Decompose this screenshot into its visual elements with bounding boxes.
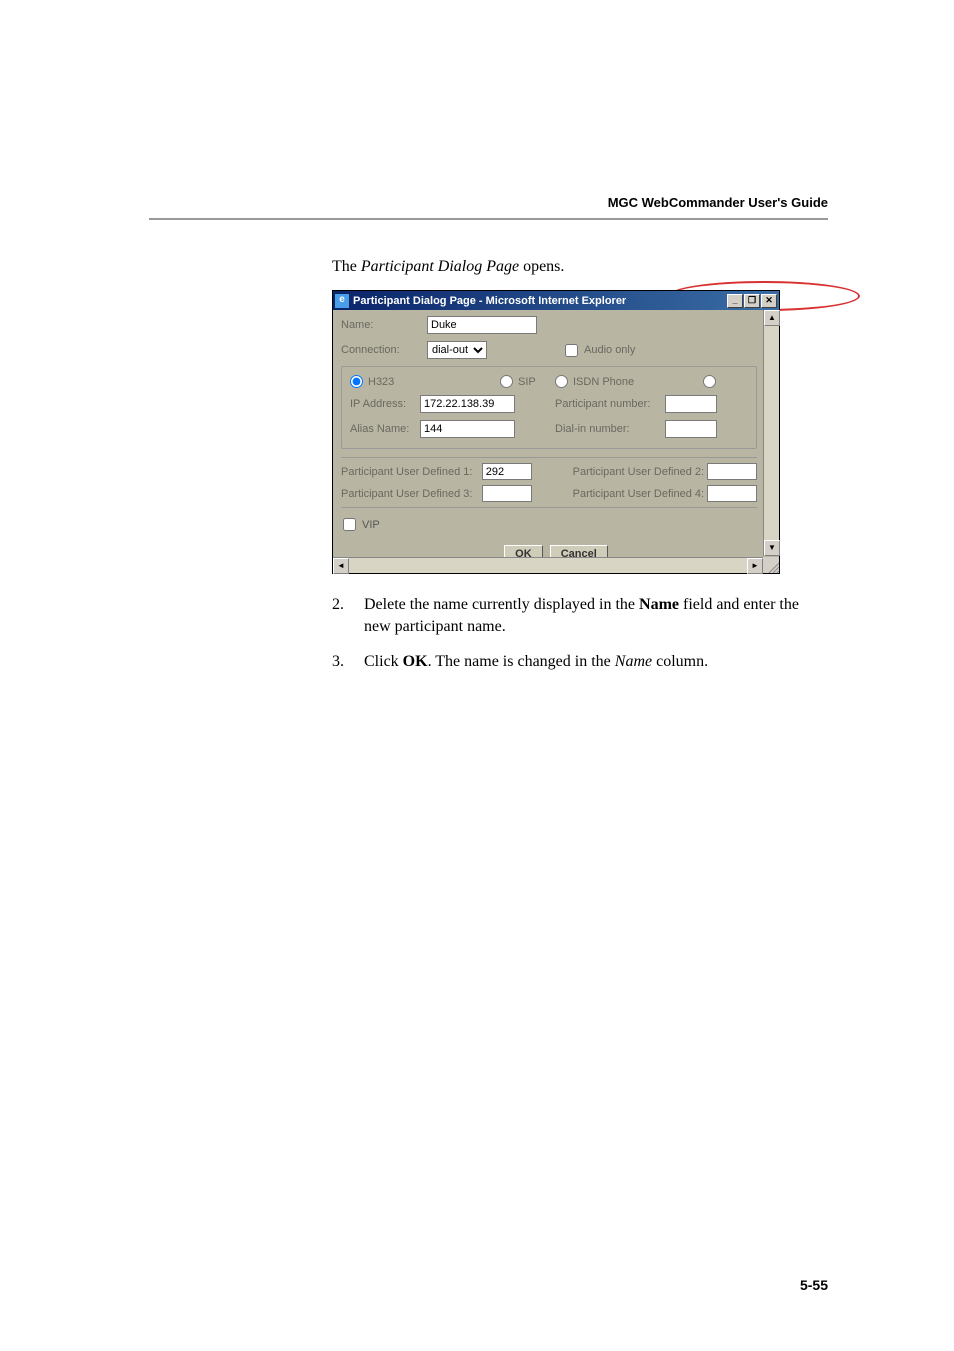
h323-label: H323 [368,376,394,388]
participant-number-label: Participant number: [555,398,665,410]
restore-button[interactable]: ❐ [744,294,760,308]
isdn-label: ISDN Phone [573,376,634,388]
step-3c: column. [652,653,708,670]
isdn-radio[interactable] [555,375,568,388]
udef3-label: Participant User Defined 3: [341,488,482,500]
step-2-bold: Name [639,596,679,613]
participant-dialog-window: e Participant Dialog Page - Microsoft In… [332,290,780,574]
page-number: 5-55 [800,1277,828,1293]
separator [341,457,757,458]
scroll-up-arrow[interactable]: ▲ [764,310,780,326]
step-2-text: Delete the name currently displayed in t… [364,594,828,637]
audio-only-label: Audio only [584,344,635,356]
step-2a: Delete the name currently displayed in t… [364,596,639,613]
step-3-bold: OK [403,653,428,670]
scroll-left-arrow[interactable]: ◄ [333,558,349,574]
ip-address-label: IP Address: [350,398,420,410]
udef1-field[interactable] [482,463,532,480]
resize-grip[interactable] [763,557,779,573]
separator-2 [341,507,757,508]
step-3-number: 3. [332,651,364,673]
udef3-field[interactable] [482,485,532,502]
sip-radio[interactable] [500,375,513,388]
step-2-number: 2. [332,594,364,637]
scroll-down-arrow[interactable]: ▼ [764,540,780,556]
minimize-button[interactable]: _ [727,294,743,308]
vertical-scrollbar[interactable]: ▲ ▼ [763,310,779,556]
horizontal-scrollbar[interactable]: ◄ ► [333,557,763,573]
window-title-text: Participant Dialog Page - Microsoft Inte… [353,295,626,307]
intro-text: The Participant Dialog Page opens. [332,258,828,276]
connection-label: Connection: [341,344,427,356]
title-bar: e Participant Dialog Page - Microsoft In… [333,291,779,310]
step-3a: Click [364,653,403,670]
vip-checkbox[interactable] [343,518,356,531]
udef2-label: Participant User Defined 2: [573,466,707,478]
step-list: 2. Delete the name currently displayed i… [332,594,828,673]
intro-suffix: opens. [519,258,564,275]
intro-prefix: The [332,258,361,275]
interface-group: H323 SIP ISDN Phone IP Address: [341,366,757,449]
step-3b: . The name is changed in the [428,653,615,670]
udef2-field[interactable] [707,463,757,480]
intro-italic: Participant Dialog Page [361,258,519,275]
vip-label: VIP [362,519,380,531]
alias-name-field[interactable] [420,420,515,438]
name-label: Name: [341,319,427,331]
name-field[interactable] [427,316,537,334]
udef4-field[interactable] [707,485,757,502]
udef4-label: Participant User Defined 4: [573,488,707,500]
audio-only-checkbox[interactable] [565,344,578,357]
h323-radio[interactable] [350,375,363,388]
header-divider [149,218,828,220]
dialin-number-label: Dial-in number: [555,423,665,435]
scroll-right-arrow[interactable]: ► [747,558,763,574]
udef1-label: Participant User Defined 1: [341,466,482,478]
ip-address-field[interactable] [420,395,515,413]
step-3-italic: Name [615,653,652,670]
close-button[interactable]: ✕ [761,294,777,308]
guide-title: MGC WebCommander User's Guide [608,195,828,210]
participant-number-field[interactable] [665,395,717,413]
alias-name-label: Alias Name: [350,423,420,435]
extra-radio[interactable] [703,375,716,388]
step-3-text: Click OK. The name is changed in the Nam… [364,651,828,673]
ie-icon: e [335,294,349,308]
sip-label: SIP [518,376,536,388]
dialin-number-field[interactable] [665,420,717,438]
connection-select[interactable]: dial-out [427,341,487,359]
